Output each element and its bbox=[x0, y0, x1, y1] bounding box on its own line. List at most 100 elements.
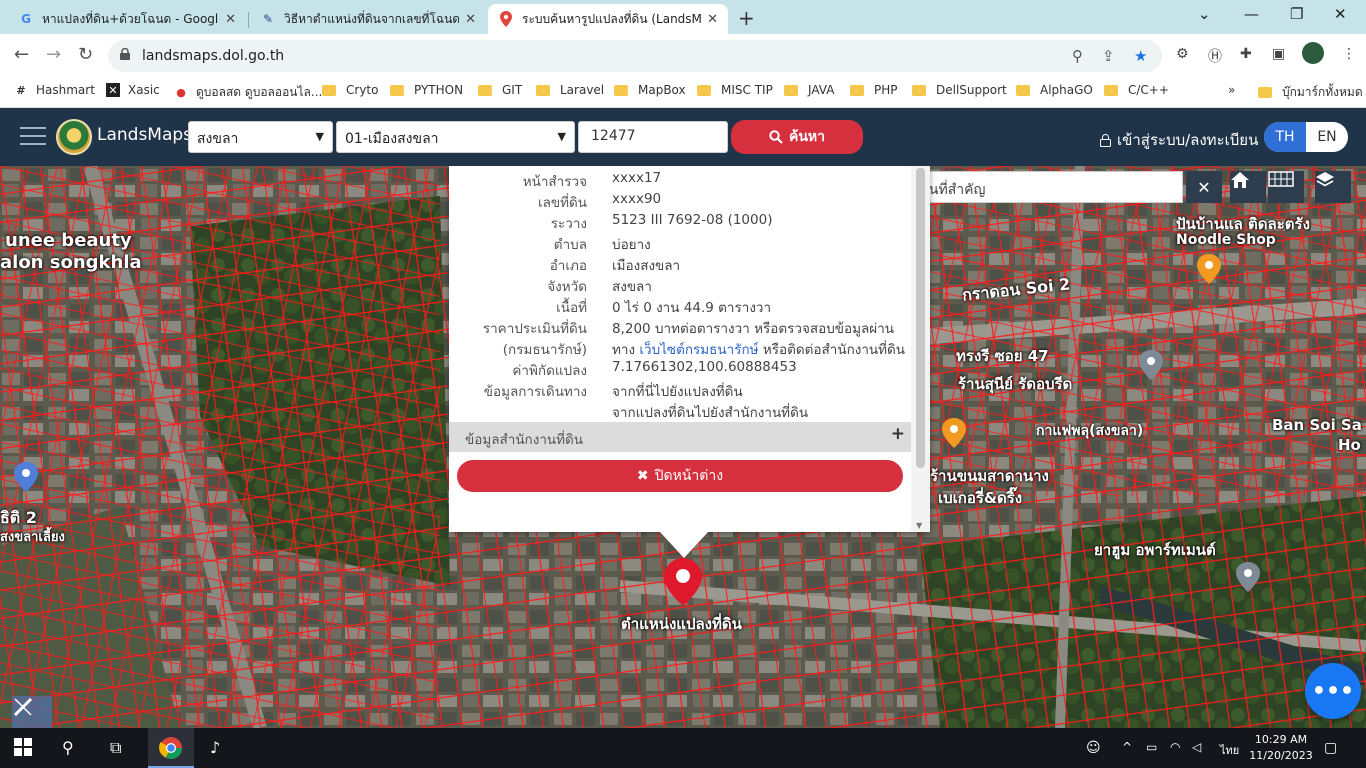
task-view-icon[interactable]: ⧉ bbox=[110, 738, 121, 758]
layers-icon[interactable] bbox=[1315, 171, 1351, 203]
bookmark-folder-java[interactable]: JAVA bbox=[784, 83, 834, 97]
directions-to-parcel-link[interactable]: จากที่นี่ไปยังแปลงที่ดิน bbox=[612, 380, 743, 402]
extension-h-icon[interactable]: Ⓗ bbox=[1208, 46, 1222, 66]
province-select[interactable]: สงขลา ▼ bbox=[188, 121, 333, 153]
scroll-down-icon[interactable]: ▼ bbox=[916, 521, 922, 530]
football-icon: ● bbox=[176, 86, 186, 99]
tiktok-icon[interactable]: ♪ bbox=[210, 738, 220, 757]
coordinates-link[interactable]: 7.17661302,100.60888453 bbox=[612, 359, 797, 375]
land-office-section-toggle[interactable]: ข้อมูลสำนักงานที่ดิน + bbox=[449, 422, 911, 452]
directions-to-office-link[interactable]: จากแปลงที่ดินไปยังสำนักงานที่ดิน bbox=[612, 401, 808, 423]
tab-google-search[interactable]: G หาแปลงที่ดิน+ด้วยโฉนด - Google S ✕ bbox=[8, 4, 246, 34]
close-icon: ✖ bbox=[636, 468, 649, 484]
bookmark-hashmart[interactable]: # Hashmart bbox=[14, 83, 95, 97]
bookmarks-overflow-button[interactable]: » bbox=[1228, 83, 1235, 97]
bookmark-label: ดูบอลสด ดูบอลออนไล... bbox=[196, 85, 323, 99]
row-value: xxxx90 bbox=[612, 191, 662, 207]
measure-tool-icon[interactable] bbox=[12, 696, 52, 728]
bookmark-football[interactable]: ● ดูบอลสด ดูบอลออนไล... bbox=[174, 83, 322, 102]
chevron-down-icon: ▼ bbox=[315, 130, 324, 143]
bookmark-xasic[interactable]: ✕ Xasic bbox=[106, 83, 160, 97]
tab-article[interactable]: ✎ วิธีหาตำแหน่งที่ดินจากเลขที่โฉนด ✕ bbox=[250, 4, 486, 34]
restore-icon[interactable]: ❐ bbox=[1290, 5, 1303, 23]
site-icon: ✎ bbox=[262, 12, 274, 26]
close-tab-icon[interactable]: ✕ bbox=[707, 12, 718, 27]
row-value-text: ทาง bbox=[612, 342, 640, 358]
windows-start-icon[interactable] bbox=[14, 738, 32, 760]
bookmark-label: DellSupport bbox=[936, 83, 1007, 97]
close-popup-button[interactable]: ✖ ปิดหน้าต่าง bbox=[457, 460, 903, 492]
district-select[interactable]: 01-เมืองสงขลา ▼ bbox=[336, 121, 575, 153]
folder-icon bbox=[536, 84, 550, 96]
bookmark-folder-php[interactable]: PHP bbox=[850, 83, 898, 97]
notifications-icon[interactable]: ▢ bbox=[1324, 740, 1337, 756]
search-button[interactable]: ค้นหา bbox=[731, 120, 863, 154]
address-bar[interactable]: landsmaps.dol.go.th ⚲ ⇪ ★ bbox=[108, 40, 1162, 72]
extension-gear-icon[interactable]: ⚙ bbox=[1176, 46, 1189, 62]
tray-chevron-icon[interactable]: ^ bbox=[1122, 740, 1132, 754]
treasury-website-link[interactable]: เว็บไซต์กรมธนารักษ์ bbox=[639, 342, 758, 358]
row-label: ค่าพิกัดแปลง bbox=[512, 363, 587, 379]
chat-fab-button[interactable]: ••• bbox=[1305, 663, 1361, 719]
side-panel-icon[interactable]: ▣ bbox=[1272, 46, 1285, 62]
deed-number-input[interactable]: 12477 bbox=[578, 121, 728, 153]
app-header: LandsMaps สงขลา ▼ 01-เมืองสงขลา ▼ 12477 … bbox=[0, 108, 1366, 166]
lang-th-button[interactable]: TH bbox=[1264, 122, 1306, 152]
popup-scrollbar[interactable]: ▼ bbox=[911, 166, 930, 532]
more-menu-icon[interactable]: ⋮ bbox=[1342, 46, 1356, 62]
close-tab-icon[interactable]: ✕ bbox=[225, 12, 236, 27]
folder-icon bbox=[478, 84, 492, 96]
pin-label: ตำแหน่งแปลงที่ดิน bbox=[621, 615, 742, 633]
system-clock[interactable]: 10:29 AM 11/20/2023 bbox=[1242, 732, 1320, 764]
tab-landsmaps[interactable]: ระบบค้นหารูปแปลงที่ดิน (LandsMaps) ✕ bbox=[488, 4, 728, 34]
bookmark-folder-laravel[interactable]: Laravel bbox=[536, 83, 604, 97]
people-icon[interactable]: ☺ bbox=[1086, 740, 1101, 756]
bookmark-folder-cryto[interactable]: Cryto bbox=[322, 83, 378, 97]
home-icon[interactable] bbox=[1230, 171, 1266, 203]
close-window-icon[interactable]: ✕ bbox=[1334, 5, 1347, 23]
grid-icon[interactable] bbox=[1268, 171, 1304, 203]
forward-icon[interactable]: → bbox=[46, 44, 61, 65]
tab-search-chevron-icon[interactable]: ⌄ bbox=[1198, 5, 1211, 23]
bookmark-folder-dellsupport[interactable]: DellSupport bbox=[912, 83, 1007, 97]
search-icon bbox=[769, 130, 783, 144]
share-icon[interactable]: ⇪ bbox=[1102, 47, 1115, 65]
volume-icon[interactable]: ◁ bbox=[1192, 740, 1201, 754]
battery-icon[interactable]: ▭ bbox=[1146, 740, 1157, 754]
input-language[interactable]: ไทย bbox=[1220, 741, 1239, 759]
all-bookmarks-folder[interactable]: บุ๊กมาร์กทั้งหมด bbox=[1258, 83, 1363, 102]
search-icon[interactable]: ⚲ bbox=[62, 738, 74, 757]
login-link[interactable]: เข้าสู่ระบบ/ลงทะเบียน bbox=[1100, 128, 1258, 152]
bookmark-folder-cpp[interactable]: C/C++ bbox=[1104, 83, 1169, 97]
hamburger-menu-icon[interactable] bbox=[20, 127, 46, 147]
map-canvas[interactable]: unee beauty alon songkhla กราดอน Soi 2 ป… bbox=[0, 166, 1366, 728]
bookmark-star-icon[interactable]: ★ bbox=[1134, 47, 1147, 65]
chrome-taskbar-button[interactable] bbox=[148, 728, 194, 768]
location-icon[interactable]: ⚲ bbox=[1072, 47, 1083, 65]
minimize-icon[interactable]: — bbox=[1244, 5, 1259, 23]
lang-en-button[interactable]: EN bbox=[1306, 122, 1348, 152]
bookmark-folder-alphago[interactable]: AlphaGO bbox=[1016, 83, 1093, 97]
bookmark-folder-python[interactable]: PYTHON bbox=[390, 83, 463, 97]
bookmark-folder-misc-tip[interactable]: MISC TIP bbox=[697, 83, 773, 97]
wifi-icon[interactable]: ◠ bbox=[1170, 740, 1180, 754]
reload-icon[interactable]: ↻ bbox=[78, 44, 93, 65]
row-label: จังหวัด bbox=[547, 279, 587, 295]
extensions-puzzle-icon[interactable]: ✚ bbox=[1240, 46, 1252, 62]
bookmark-folder-git[interactable]: GIT bbox=[478, 83, 522, 97]
windows-taskbar: ⚲ ⧉ ♪ ☺ ^ ▭ ◠ ◁ ไทย 10:29 AM 11/20/2023 … bbox=[0, 728, 1366, 768]
plus-icon: + bbox=[890, 424, 905, 444]
scrollbar-thumb[interactable] bbox=[916, 168, 925, 468]
bookmark-label: PYTHON bbox=[414, 83, 464, 97]
bookmark-folder-mapbox[interactable]: MapBox bbox=[614, 83, 686, 97]
parcel-info-popup: หน้าสำรวจ xxxx17 เลขที่ดิน xxxx90 ระวาง 512… bbox=[449, 166, 930, 532]
bookmark-label: PHP bbox=[874, 83, 898, 97]
new-tab-icon[interactable]: + bbox=[738, 6, 755, 30]
folder-icon bbox=[912, 84, 926, 96]
map-label: กาแฟพลุ(สงขลา) bbox=[1036, 423, 1144, 439]
folder-icon bbox=[614, 84, 628, 96]
close-tab-icon[interactable]: ✕ bbox=[465, 12, 476, 27]
profile-avatar[interactable] bbox=[1302, 42, 1324, 64]
back-icon[interactable]: ← bbox=[14, 44, 29, 65]
clear-search-icon[interactable]: ✕ bbox=[1186, 171, 1222, 203]
